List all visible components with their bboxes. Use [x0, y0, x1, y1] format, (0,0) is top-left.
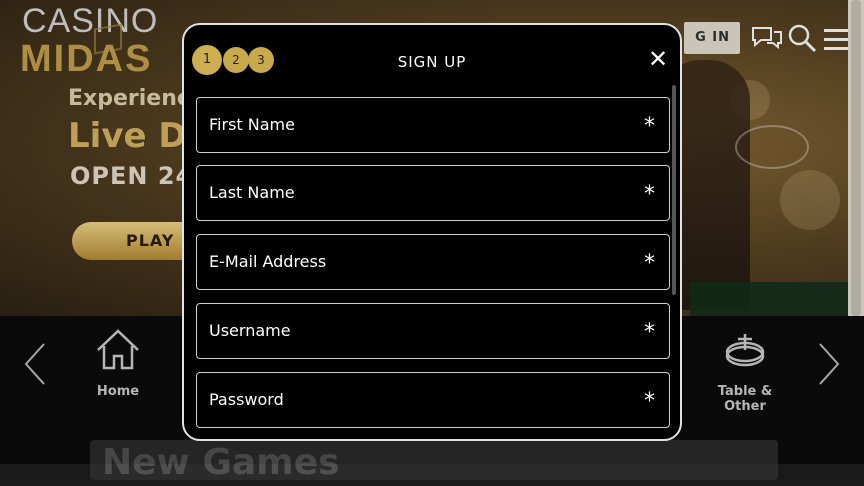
signup-modal: 1 2 3 SIGN UP ✕ First Name * Last Name *… — [182, 23, 682, 441]
email-field[interactable]: E-Mail Address * — [196, 234, 670, 290]
required-marker: * — [644, 251, 655, 276]
first-name-field[interactable]: First Name * — [196, 97, 670, 153]
required-marker: * — [644, 320, 655, 345]
required-marker: * — [644, 182, 655, 207]
last-name-field[interactable]: Last Name * — [196, 165, 670, 221]
email-label: E-Mail Address — [209, 252, 327, 271]
modal-scrollbar[interactable] — [672, 85, 676, 295]
username-label: Username — [209, 321, 291, 340]
first-name-label: First Name — [209, 115, 295, 134]
required-marker: * — [644, 389, 655, 414]
username-field[interactable]: Username * — [196, 303, 670, 359]
required-marker: * — [644, 114, 655, 139]
modal-title: SIGN UP — [397, 53, 467, 71]
close-icon[interactable]: ✕ — [646, 47, 670, 71]
last-name-label: Last Name — [209, 183, 295, 202]
password-label: Password — [209, 390, 284, 409]
password-field[interactable]: Password * — [196, 372, 670, 428]
